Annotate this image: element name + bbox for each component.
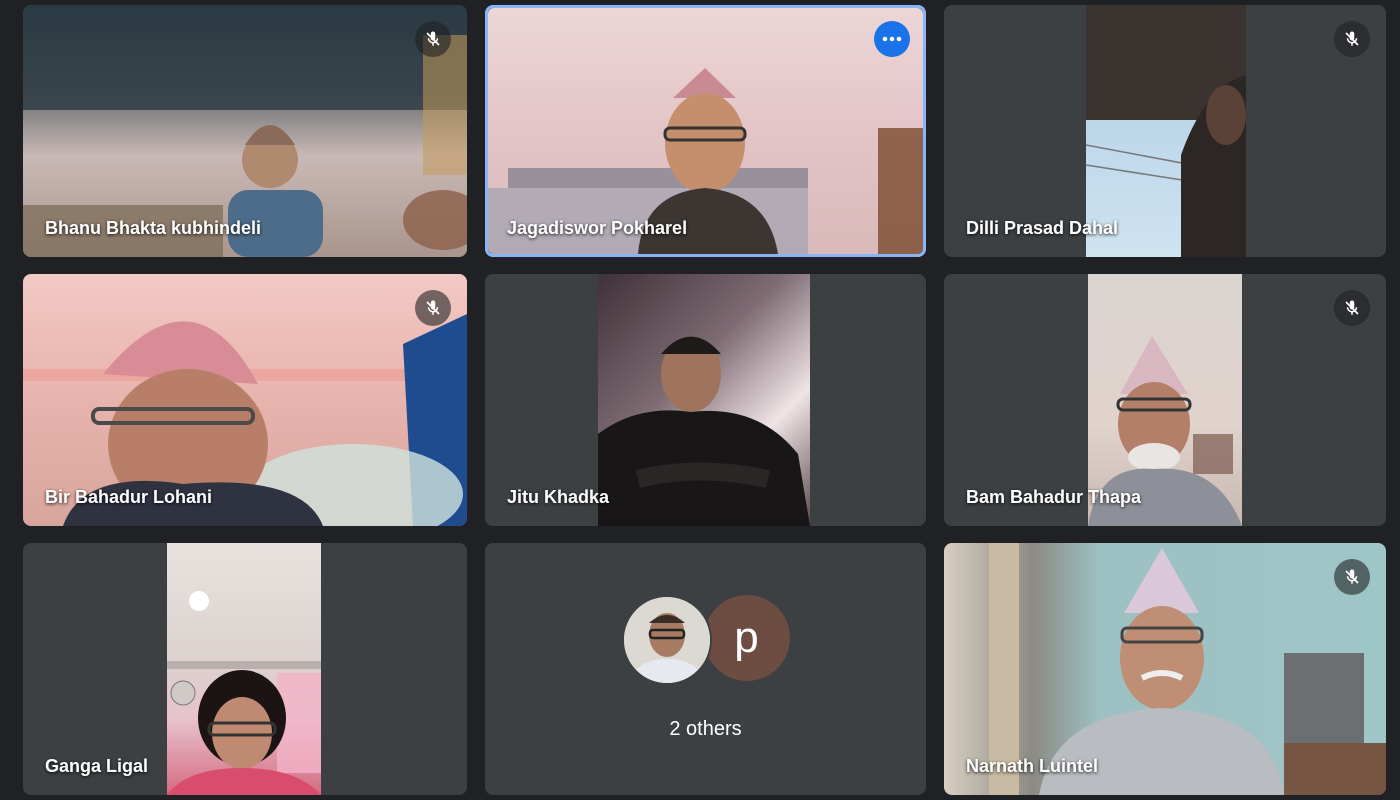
participant-tile[interactable]: Bam Bahadur Thapa [944,274,1386,526]
others-tile[interactable]: p 2 others [485,543,926,795]
mic-off-icon [415,21,451,57]
participant-tile[interactable]: Dilli Prasad Dahal [944,5,1386,257]
video-feed [598,274,810,526]
others-avatars: p [485,595,926,695]
mic-off-icon [1334,290,1370,326]
participant-avatar [621,595,712,685]
participant-avatar-letter: p [703,595,790,681]
participant-name: Narnath Luintel [966,756,1099,776]
participant-name: Bhanu Bhakta kubhindeli [45,218,262,238]
more-options-icon[interactable] [874,21,910,57]
others-count-label: 2 others [669,718,742,740]
participant-name: Bam Bahadur Thapa [966,487,1142,507]
participant-name: Bir Bahadur Lohani [45,487,213,507]
mic-off-icon [415,290,451,326]
mic-off-icon [1334,559,1370,595]
participant-tile[interactable]: Narnath Luintel [944,543,1386,795]
mic-off-icon [1334,21,1370,57]
video-scene [598,336,810,526]
participant-tile[interactable]: Bhanu Bhakta kubhindeli [23,5,467,257]
participant-name: Ganga Ligal [45,756,149,776]
video-feed [167,543,321,795]
participant-name: Dilli Prasad Dahal [966,218,1119,238]
video-scene [167,591,321,795]
participant-tile[interactable]: Ganga Ligal [23,543,467,795]
participant-tile[interactable]: Jitu Khadka [485,274,926,526]
participant-name: Jagadiswor Pokharel [507,218,688,238]
participant-tile-active[interactable]: Jagadiswor Pokharel [485,5,926,257]
video-grid: Bhanu Bhakta kubhindeli Jagadiswor Pokha… [0,0,1400,800]
participant-name: Jitu Khadka [507,487,610,507]
participant-tile[interactable]: Bir Bahadur Lohani [23,274,467,526]
